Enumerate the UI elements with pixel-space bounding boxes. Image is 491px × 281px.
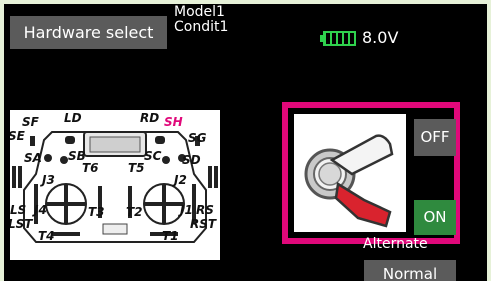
label-sc: SC xyxy=(144,149,162,163)
on-button[interactable]: ON xyxy=(414,200,456,235)
label-sd: SD xyxy=(182,153,201,167)
label-sh: SH xyxy=(164,115,183,129)
hardware-select-button[interactable]: Hardware select xyxy=(10,16,167,49)
battery-icon xyxy=(320,31,356,46)
label-t2: T2 xyxy=(126,205,143,219)
label-sg: SG xyxy=(188,131,207,145)
label-t4: T4 xyxy=(38,229,55,243)
off-button[interactable]: OFF xyxy=(414,119,456,156)
switch-selection-panel: OFF ON xyxy=(282,102,460,244)
label-j3: J3 xyxy=(40,173,55,187)
label-t1: T1 xyxy=(162,229,179,243)
label-j2: J2 xyxy=(172,173,187,187)
model-info: Model1 Condit1 xyxy=(174,5,228,35)
label-ls: LS xyxy=(10,203,26,217)
label-lst: LST xyxy=(10,217,33,231)
battery-voltage: 8.0V xyxy=(362,28,399,47)
label-t3: T3 xyxy=(88,205,105,219)
label-sa: SA xyxy=(24,151,42,165)
label-rst: RST xyxy=(190,217,217,231)
toggle-switch-icon xyxy=(294,114,406,232)
label-j1: J1 xyxy=(178,203,193,217)
label-j4: J4 xyxy=(32,203,47,217)
label-rs: RS xyxy=(196,203,214,217)
screen: Hardware select Model1 Condit1 8.0V SF E… xyxy=(4,4,487,281)
label-sf: SF xyxy=(22,115,40,129)
model-name: Model1 xyxy=(174,4,225,20)
alternate-label: Alternate xyxy=(363,236,428,252)
mode-select-button[interactable]: Normal xyxy=(364,260,456,281)
transmitter-diagram: SF SE SA SB LD RD SH SG SC SD T6 T5 J3 J… xyxy=(10,110,220,260)
label-ld: LD xyxy=(64,111,82,125)
label-rd: RD xyxy=(140,111,159,125)
label-se: SE xyxy=(10,129,26,143)
condition-name: Condit1 xyxy=(174,19,229,35)
label-t6: T6 xyxy=(82,161,99,175)
label-t5: T5 xyxy=(128,161,145,175)
